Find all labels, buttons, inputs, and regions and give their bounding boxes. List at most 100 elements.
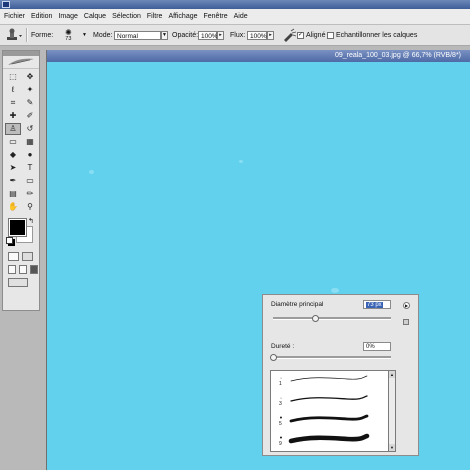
brush-icon[interactable]: ✐ [22,110,38,122]
picker-menu-icon[interactable]: ▶ [403,302,410,309]
brush-picker-arrow-icon[interactable]: ▼ [82,32,87,38]
brush-stroke-line [290,375,368,382]
scroll-down-icon[interactable]: ▼ [389,444,395,451]
notes-icon[interactable]: ▤ [5,188,21,200]
imageready-row [3,278,39,287]
mode-select[interactable]: Normal [114,30,161,40]
type-icon[interactable]: T [22,162,38,174]
menu-edition[interactable]: Edition [28,13,55,20]
marquee-icon[interactable]: ⬚ [5,71,21,83]
foreground-color-swatch[interactable] [8,218,27,237]
screen-mode-buttons [3,265,39,274]
brush-dot-icon: ✺ [65,27,72,37]
brush-preset-item[interactable]: · 3 [271,394,388,407]
echantillonner-checkbox[interactable]: Echantillonner les calques [327,25,417,45]
opacite-slider-icon[interactable]: ▸ [217,30,224,40]
slice-icon[interactable]: ✎ [22,97,38,109]
flux-slider-icon[interactable]: ▸ [267,30,274,40]
diameter-label: Diamètre principal [271,301,324,308]
menu-fichier[interactable]: Fichier [0,13,28,20]
tool-grid: ⬚ ✥ ℓ ✦ ⌗ ✎ ✚ ✐ ♙ ↺ ▭ ▦ ◆ ● ➤ T ✒ ▭ ▤ ✏ ✋ ⚲ [3,69,39,213]
menu-calque[interactable]: Calque [81,13,109,20]
brush-stroke-preview [290,375,368,382]
aligne-check-icon: ✓ [297,31,304,39]
diameter-input[interactable]: 73 px [363,300,391,309]
hardness-input[interactable]: 0% [363,342,391,351]
healing-brush-icon[interactable]: ✚ [5,110,21,122]
diameter-slider[interactable] [273,317,391,320]
brush-stroke-line [288,433,370,444]
menu-selection[interactable]: Sélection [109,13,144,20]
rectangle-icon[interactable]: ▭ [22,175,38,187]
echantillonner-label: Echantillonner les calques [336,31,418,39]
tool-preset-picker[interactable] [3,25,23,45]
toolbox-panel: ⬚ ✥ ℓ ✦ ⌗ ✎ ✚ ✐ ♙ ↺ ▭ ▦ ◆ ● ➤ T ✒ ▭ ▤ ✏ ✋ ⚲ ↰ [2,50,40,311]
menu-affichage[interactable]: Affichage [165,13,200,20]
clone-stamp-icon [7,28,22,40]
hardness-label: Dureté : [271,343,295,350]
brush-preset-item[interactable]: · 1 [271,374,388,387]
standard-screen-icon[interactable] [8,265,16,274]
blur-icon[interactable]: ◆ [5,149,21,161]
swap-colors-icon[interactable]: ↰ [28,217,34,225]
dodge-icon[interactable]: ● [22,149,38,161]
brush-list-scrollbar[interactable]: ▲ ▼ [388,370,396,452]
brush-stroke-line [290,395,368,402]
brush-size-value: 73 [65,35,72,42]
menu-fenetre[interactable]: Fenêtre [201,13,231,20]
move-icon[interactable]: ✥ [22,71,38,83]
brush-preset-item[interactable]: • 5 [271,414,388,427]
clone-stamp-icon[interactable]: ♙ [5,123,21,135]
photoshop-app-icon[interactable] [2,1,10,8]
opacite-input[interactable]: 100% [198,30,218,40]
hardness-slider-thumb[interactable] [270,354,277,361]
eraser-icon[interactable]: ▭ [5,136,21,148]
gradient-icon[interactable]: ▦ [22,136,38,148]
brush-stroke-preview [289,414,369,423]
diameter-slider-thumb[interactable] [312,315,320,322]
mode-label: Mode: [93,31,113,39]
history-brush-icon[interactable]: ↺ [22,123,38,135]
brush-preset-picker[interactable]: ✺ 73 [65,25,72,45]
adobe-feather-icon[interactable] [3,56,39,69]
options-bar: Forme: ✺ 73 ▼ Mode: Normal ▼ Opacité: 10… [0,25,470,46]
zoom-icon[interactable]: ⚲ [22,201,38,213]
scroll-up-icon[interactable]: ▲ [389,371,395,378]
menu-filtre[interactable]: Filtre [144,13,166,20]
brush-stroke-preview [290,395,368,402]
lasso-icon[interactable]: ℓ [5,84,21,96]
canvas-speck [89,170,94,174]
quick-mask-icon[interactable] [22,252,33,261]
menu-aide[interactable]: Aide [231,13,251,20]
default-colors-icon[interactable] [6,237,13,244]
jump-to-imageready-icon[interactable] [8,278,28,287]
mode-dropdown-icon[interactable]: ▼ [161,30,168,40]
crop-icon[interactable]: ⌗ [5,97,21,109]
eyedropper-icon[interactable]: ✏ [22,188,38,200]
forme-label: Forme: [31,31,54,39]
airbrush-icon[interactable] [282,28,296,42]
hardness-slider[interactable] [273,356,391,359]
canvas-speck [331,288,339,293]
opacite-label: Opacité: [172,31,199,39]
mask-mode-buttons [3,252,39,261]
path-select-icon[interactable]: ➤ [5,162,21,174]
standard-mode-icon[interactable] [8,252,19,261]
brush-size-number: 5 [279,421,282,427]
flux-input[interactable]: 100% [247,30,267,40]
aligne-checkbox[interactable]: ✓ Aligné [297,25,325,45]
document-title[interactable]: 09_reala_100_03.jpg @ 66,7% (RVB/8*) [47,50,470,62]
brush-preset-list[interactable]: · 1 · 3 • 5 • 9 [270,370,389,452]
pen-icon[interactable]: ✒ [5,175,21,187]
full-screen-menu-icon[interactable] [19,265,27,274]
aligne-label: Aligné [306,31,326,39]
menu-image[interactable]: Image [55,13,80,20]
magic-wand-icon[interactable]: ✦ [22,84,38,96]
app-title-bar [0,0,470,9]
color-swatches: ↰ [3,216,39,248]
picker-resize-icon[interactable] [403,319,409,325]
echantillonner-check-icon [327,31,334,39]
hand-icon[interactable]: ✋ [5,201,21,213]
brush-preset-item[interactable]: • 9 [271,433,388,447]
full-screen-icon[interactable] [30,265,38,274]
